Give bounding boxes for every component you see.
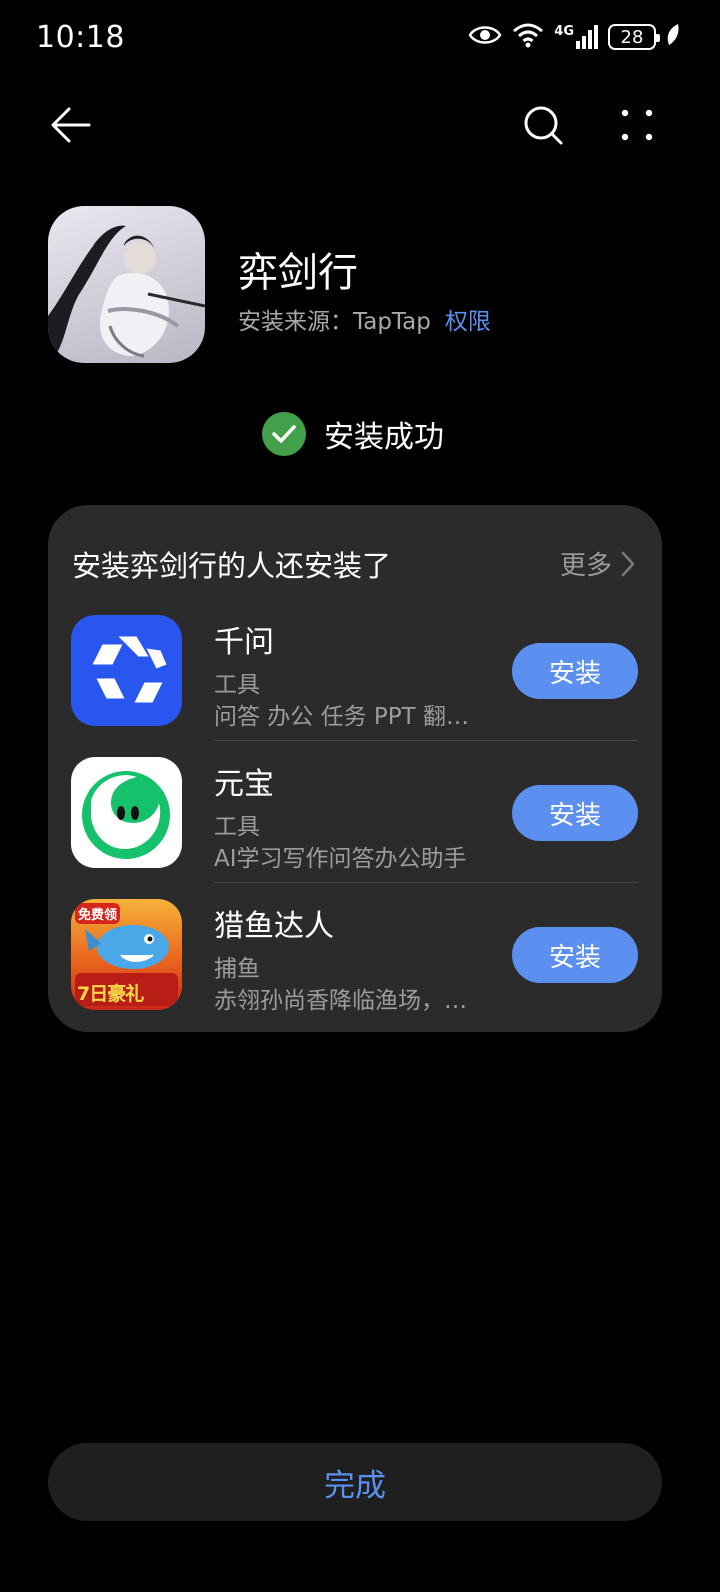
divider bbox=[214, 882, 638, 883]
app-category: 工具 bbox=[214, 814, 260, 840]
app-category: 捕鱼 bbox=[214, 956, 260, 982]
battery-icon: 28 bbox=[608, 24, 660, 50]
permissions-link[interactable]: 权限 bbox=[445, 309, 491, 335]
app-name: 元宝 bbox=[214, 767, 274, 802]
done-button[interactable]: 完成 bbox=[48, 1443, 662, 1521]
app-description: 问答 办公 任务 PPT 翻… bbox=[214, 704, 470, 730]
leaf-icon bbox=[666, 23, 680, 51]
search-button[interactable] bbox=[518, 100, 568, 150]
network-type-label: 4G bbox=[554, 24, 574, 39]
install-source-label: 安装来源：TapTap bbox=[238, 309, 431, 335]
recommendations-title: 安装弈剑行的人还安装了 bbox=[72, 549, 392, 583]
search-icon bbox=[524, 106, 563, 145]
install-success-text: 安装成功 bbox=[324, 420, 444, 455]
more-recommendations-link[interactable]: 更多 bbox=[560, 545, 636, 582]
list-item[interactable]: 免费领 7日豪礼 猎鱼达人 捕鱼 赤翎孙尚香降临渔场，… 安装 bbox=[48, 899, 662, 1029]
chevron-right-icon bbox=[621, 551, 635, 576]
qianwen-app-icon bbox=[71, 615, 182, 726]
check-circle-icon bbox=[262, 412, 306, 456]
status-bar: 10:18 4G 28 bbox=[0, 0, 720, 78]
app-description: AI学习写作问答办公助手 bbox=[214, 846, 467, 872]
fishing-game-app-icon: 免费领 7日豪礼 bbox=[71, 899, 182, 1010]
icon-badge-bottom: 7日豪礼 bbox=[77, 983, 144, 1005]
app-name: 弈剑行 bbox=[238, 250, 358, 296]
app-source: 安装来源：TapTap 权限 bbox=[238, 302, 491, 336]
eye-icon bbox=[468, 23, 502, 51]
battery-level: 28 bbox=[620, 26, 644, 48]
install-button[interactable]: 安装 bbox=[512, 927, 638, 983]
battery-tip bbox=[656, 34, 660, 42]
more-options-button[interactable] bbox=[612, 100, 662, 150]
install-success-status: 安装成功 bbox=[262, 412, 444, 456]
recommendations-card: 安装弈剑行的人还安装了 更多 千问 工具 问答 办公 任务 PPT 翻… 安装 bbox=[48, 505, 662, 1032]
back-button[interactable] bbox=[46, 100, 96, 150]
app-description: 赤翎孙尚香降临渔场，… bbox=[214, 988, 467, 1014]
app-icon bbox=[48, 206, 205, 363]
install-button[interactable]: 安装 bbox=[512, 785, 638, 841]
cellular-signal-icon: 4G bbox=[554, 25, 598, 49]
arrow-left-icon bbox=[51, 107, 91, 143]
app-name: 千问 bbox=[214, 625, 274, 660]
list-item[interactable]: 千问 工具 问答 办公 任务 PPT 翻… 安装 bbox=[48, 615, 662, 745]
status-icons: 4G 28 bbox=[468, 22, 680, 52]
wifi-icon bbox=[512, 22, 544, 52]
yuanbao-app-icon bbox=[71, 757, 182, 868]
app-name: 猎鱼达人 bbox=[214, 909, 334, 944]
divider bbox=[214, 740, 638, 741]
swordsman-artwork-icon bbox=[48, 225, 205, 363]
app-category: 工具 bbox=[214, 672, 260, 698]
more-dots-icon bbox=[621, 109, 653, 141]
status-time: 10:18 bbox=[36, 20, 125, 55]
list-item[interactable]: 元宝 工具 AI学习写作问答办公助手 安装 bbox=[48, 757, 662, 887]
install-button[interactable]: 安装 bbox=[512, 643, 638, 699]
more-label: 更多 bbox=[559, 551, 612, 581]
icon-badge-top: 免费领 bbox=[75, 903, 121, 924]
